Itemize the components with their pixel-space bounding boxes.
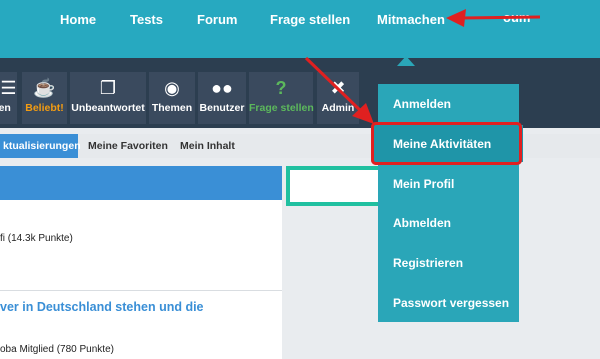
arrow-to-mitmachen [446,9,541,27]
annotation-arrows [304,9,541,124]
arrow-to-meine-aktivitaeten [304,56,374,124]
